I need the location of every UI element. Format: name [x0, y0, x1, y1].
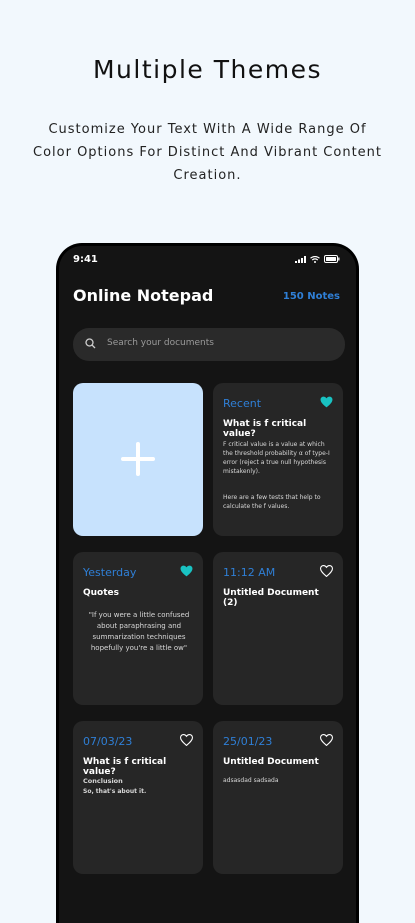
note-card[interactable]: 11:12 AM Untitled Document (2) — [213, 552, 343, 705]
app-screen: 9:41 Online Notepad 150 Notes Search you… — [59, 246, 356, 923]
note-card[interactable]: Recent What is f critical value? F criti… — [213, 383, 343, 536]
note-body: So, that's about it. — [83, 788, 147, 795]
search-icon — [85, 338, 96, 349]
app-title: Online Notepad — [73, 286, 214, 305]
status-icons — [295, 255, 340, 263]
note-date: 25/01/23 — [223, 735, 273, 748]
heart-filled-icon[interactable] — [320, 396, 333, 408]
heart-filled-icon[interactable] — [180, 565, 193, 577]
note-title: What is f critical value? — [223, 419, 307, 439]
status-time: 9:41 — [73, 254, 98, 265]
note-body: F critical value is a value at which the… — [223, 441, 330, 475]
search-bar[interactable]: Search your documents — [73, 328, 345, 361]
signal-icon — [295, 255, 306, 263]
heart-outline-icon[interactable] — [320, 565, 333, 577]
note-body: adsasdad sadsada — [223, 777, 279, 784]
add-note-button[interactable] — [73, 383, 203, 536]
search-placeholder: Search your documents — [107, 338, 214, 348]
note-date: Yesterday — [83, 566, 137, 579]
phone-frame: 9:41 Online Notepad 150 Notes Search you… — [56, 243, 359, 923]
battery-icon — [324, 255, 340, 263]
note-body: Conclusion — [83, 777, 123, 785]
heart-outline-icon[interactable] — [180, 734, 193, 746]
note-date: Recent — [223, 397, 262, 410]
note-title: Untitled Document (2) — [223, 588, 319, 608]
note-title: Quotes — [83, 588, 120, 598]
note-card[interactable]: Yesterday Quotes "If you were a little c… — [73, 552, 203, 705]
note-body: Here are a few tests that help to calcul… — [223, 494, 321, 510]
note-body: "If you were a little confused about par… — [88, 611, 190, 652]
wifi-icon — [310, 255, 320, 263]
note-card[interactable]: 07/03/23 What is f critical value? Concl… — [73, 721, 203, 874]
note-date: 07/03/23 — [83, 735, 133, 748]
promo-title: Multiple Themes — [92, 55, 322, 84]
note-title: Untitled Document — [223, 757, 319, 767]
note-card[interactable]: 25/01/23 Untitled Document adsasdad sads… — [213, 721, 343, 874]
plus-icon — [136, 442, 140, 476]
note-title: What is f critical value? — [83, 757, 167, 777]
promo-subtitle: Customize Your Text With A Wide Range Of… — [33, 122, 382, 183]
heart-outline-icon[interactable] — [320, 734, 333, 746]
note-date: 11:12 AM — [223, 566, 276, 579]
notes-count[interactable]: 150 Notes — [283, 291, 340, 302]
